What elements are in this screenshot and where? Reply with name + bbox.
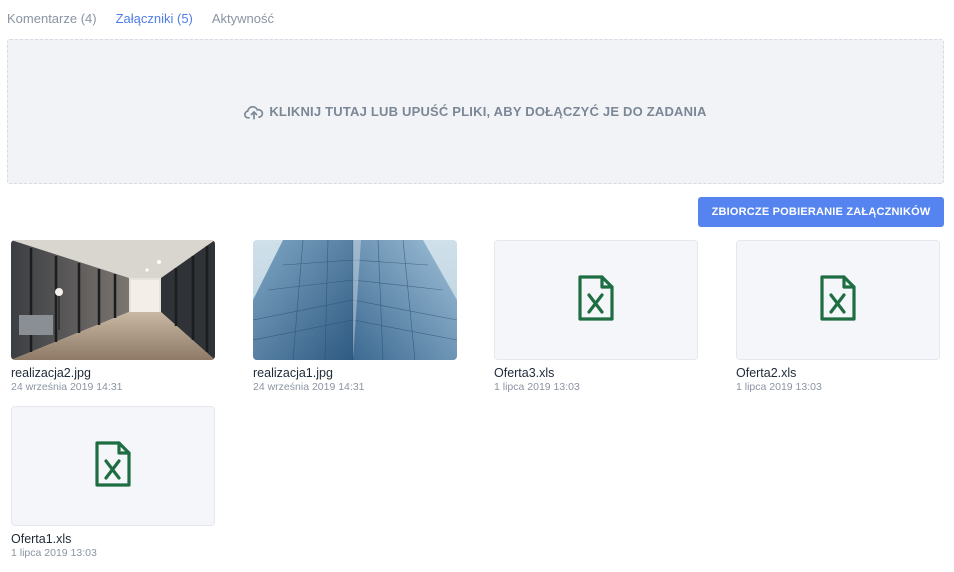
attachment-name[interactable]: realizacja1.jpg — [253, 366, 457, 380]
file-dropzone[interactable]: KLIKNIJ TUTAJ LUB UPUŚĆ PLIKI, ABY DOŁĄC… — [7, 39, 944, 184]
attachment-card: Oferta3.xls 1 lipca 2019 13:03 — [494, 240, 698, 393]
attachment-card: realizacja2.jpg 24 września 2019 14:31 — [11, 240, 215, 393]
attachment-card: Oferta2.xls 1 lipca 2019 13:03 — [736, 240, 940, 393]
excel-file-icon — [818, 273, 858, 328]
file-thumbnail[interactable] — [736, 240, 940, 360]
dropzone-content: KLIKNIJ TUTAJ LUB UPUŚĆ PLIKI, ABY DOŁĄC… — [244, 104, 706, 120]
attachment-name[interactable]: Oferta1.xls — [11, 532, 215, 546]
file-thumbnail[interactable] — [494, 240, 698, 360]
attachment-date: 1 lipca 2019 13:03 — [494, 381, 580, 393]
excel-file-icon — [93, 439, 133, 494]
attachment-date: 24 września 2019 14:31 — [253, 381, 365, 393]
tab-activity[interactable]: Aktywność — [212, 11, 274, 26]
excel-file-icon — [576, 273, 616, 328]
attachment-date: 1 lipca 2019 13:03 — [736, 381, 822, 393]
attachment-date: 24 września 2019 14:31 — [11, 381, 123, 393]
image-thumbnail[interactable] — [253, 240, 457, 360]
attachment-name[interactable]: Oferta2.xls — [736, 366, 940, 380]
bulk-download-button[interactable]: ZBIORCZE POBIERANIE ZAŁĄCZNIKÓW — [698, 197, 944, 227]
cloud-upload-icon — [244, 104, 264, 120]
attachment-name[interactable]: realizacja2.jpg — [11, 366, 215, 380]
tab-attachments[interactable]: Załączniki (5) — [116, 11, 193, 26]
dropzone-label: KLIKNIJ TUTAJ LUB UPUŚĆ PLIKI, ABY DOŁĄC… — [269, 104, 707, 119]
image-thumbnail[interactable] — [11, 240, 215, 360]
attachment-date: 1 lipca 2019 13:03 — [11, 547, 97, 559]
attachment-card: Oferta1.xls 1 lipca 2019 13:03 — [11, 406, 215, 559]
tab-comments[interactable]: Komentarze (4) — [7, 11, 97, 26]
attachment-name[interactable]: Oferta3.xls — [494, 366, 698, 380]
tab-bar: Komentarze (4) Załączniki (5) Aktywność — [7, 11, 274, 26]
attachment-card: realizacja1.jpg 24 września 2019 14:31 — [253, 240, 457, 393]
file-thumbnail[interactable] — [11, 406, 215, 526]
